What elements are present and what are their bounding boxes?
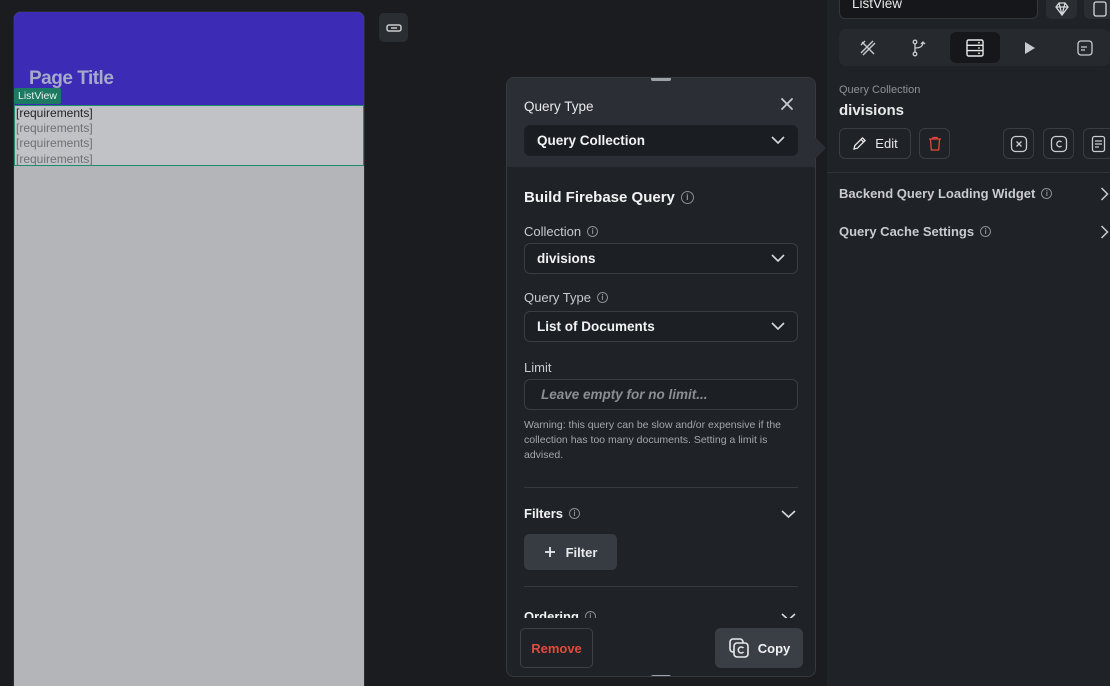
limit-warning: Warning: this query can be slow and/or e…	[524, 419, 781, 461]
listview-tag: ListView	[14, 88, 61, 104]
paste-icon	[1091, 135, 1105, 152]
copy-label: Copy	[757, 640, 791, 656]
remove-button[interactable]: Remove	[520, 628, 593, 668]
code-file-icon	[1092, 0, 1107, 17]
branch-icon	[912, 39, 926, 56]
query-type-list-select[interactable]: List of Documents	[524, 311, 798, 342]
app-bar[interactable]: Page Title	[14, 12, 364, 106]
pencil-icon	[853, 136, 867, 150]
notes-icon	[1077, 39, 1093, 56]
play-icon	[1025, 41, 1035, 54]
trash-icon	[928, 136, 941, 151]
info-icon[interactable]: i	[569, 508, 581, 519]
list-item[interactable]: [requirements]	[15, 121, 363, 136]
clear-variable-button[interactable]	[1003, 128, 1034, 159]
properties-panel: ListView Query Collection divisions Edit…	[827, 0, 1110, 686]
drag-handle-top[interactable]	[651, 78, 671, 81]
phone-preview[interactable]: Page Title ListView [requirements] [requ…	[13, 11, 365, 686]
tab-notes[interactable]	[1060, 32, 1110, 63]
variable-x-icon	[1010, 135, 1027, 152]
filters-label-text: Filters	[524, 506, 564, 521]
tab-actions[interactable]	[895, 32, 945, 63]
popup-footer: Remove Copy	[507, 618, 815, 676]
divider	[524, 487, 798, 488]
tab-properties[interactable]	[843, 32, 893, 63]
list-item[interactable]: [requirements]	[15, 136, 363, 151]
query-type-select[interactable]: Query Collection	[524, 125, 798, 156]
chevron-down-icon	[771, 136, 785, 145]
edit-query-button[interactable]: Edit	[839, 128, 911, 159]
build-query-title-text: Build Firebase Query	[524, 189, 675, 206]
row-label: Backend Query Loading Widget	[839, 186, 1036, 201]
list-item[interactable]: [requirements]	[15, 152, 363, 167]
query-popup: Query Type Query Collection Build Fireba…	[506, 77, 816, 677]
tab-backend-query[interactable]	[950, 32, 1000, 63]
add-filter-label: Filter	[565, 544, 598, 560]
chevron-down-icon	[771, 322, 785, 331]
info-icon[interactable]: i	[587, 226, 599, 237]
query-type-value: Query Collection	[537, 133, 646, 148]
row-label: Query Cache Settings	[839, 224, 975, 239]
copy-button[interactable]: Copy	[715, 628, 803, 668]
query-type-list-value: List of Documents	[537, 319, 655, 334]
paste-query-button[interactable]	[1083, 128, 1110, 159]
drag-handle-bottom[interactable]	[651, 675, 671, 676]
delete-query-button[interactable]	[919, 128, 950, 159]
copy-query-button[interactable]	[1043, 128, 1074, 159]
paint-tools-icon	[860, 40, 876, 55]
info-icon[interactable]: i	[980, 226, 992, 237]
copy-icon	[1050, 135, 1067, 152]
info-icon[interactable]: i	[680, 191, 694, 204]
query-name: divisions	[839, 102, 905, 119]
limit-input[interactable]	[524, 379, 798, 410]
copy-icon	[728, 638, 749, 658]
backend-query-loading-widget-row[interactable]: Backend Query Loading Widget i	[839, 186, 1053, 201]
edit-label: Edit	[875, 136, 898, 151]
chevron-right-icon[interactable]	[1100, 225, 1109, 239]
query-type-list-label: Query Type i	[524, 290, 608, 305]
info-icon[interactable]: i	[1041, 188, 1053, 199]
divider	[524, 586, 798, 587]
link-icon	[385, 23, 402, 32]
plus-icon	[544, 547, 555, 557]
chevron-down-icon	[771, 254, 785, 263]
popup-header: Query Type Query Collection	[507, 78, 815, 167]
divider	[827, 172, 1110, 173]
database-icon	[966, 38, 984, 57]
widget-name-field[interactable]: ListView	[839, 0, 1038, 19]
filters-label[interactable]: Filters i	[524, 506, 581, 521]
build-query-title: Build Firebase Query i	[524, 189, 694, 206]
listview-widget[interactable]: [requirements] [requirements] [requireme…	[14, 105, 364, 166]
canvas-toggle-button[interactable]	[379, 13, 408, 42]
tab-preview[interactable]	[1005, 32, 1055, 63]
popup-title: Query Type	[524, 99, 594, 114]
list-item[interactable]: [requirements]	[15, 106, 363, 121]
panel-tabbar	[839, 29, 1110, 66]
collection-select[interactable]: divisions	[524, 243, 798, 274]
diamond-icon	[1054, 1, 1069, 16]
info-icon[interactable]: i	[596, 292, 608, 303]
collection-label: Collection i	[524, 224, 599, 239]
code-button[interactable]	[1084, 0, 1110, 19]
query-cache-settings-row[interactable]: Query Cache Settings i	[839, 224, 992, 239]
collection-label-text: Collection	[524, 224, 582, 239]
chevron-right-icon[interactable]	[1100, 187, 1109, 201]
chevron-down-icon[interactable]	[781, 509, 796, 519]
popup-pointer	[815, 137, 826, 159]
limit-label: Limit	[524, 360, 552, 375]
query-caption: Query Collection	[839, 84, 921, 96]
add-filter-button[interactable]: Filter	[524, 534, 617, 570]
collection-value: divisions	[537, 251, 596, 266]
close-icon[interactable]	[779, 96, 795, 112]
gem-button[interactable]	[1046, 0, 1077, 19]
query-type-list-label-text: Query Type	[524, 290, 591, 305]
page-title[interactable]: Page Title	[29, 68, 114, 90]
